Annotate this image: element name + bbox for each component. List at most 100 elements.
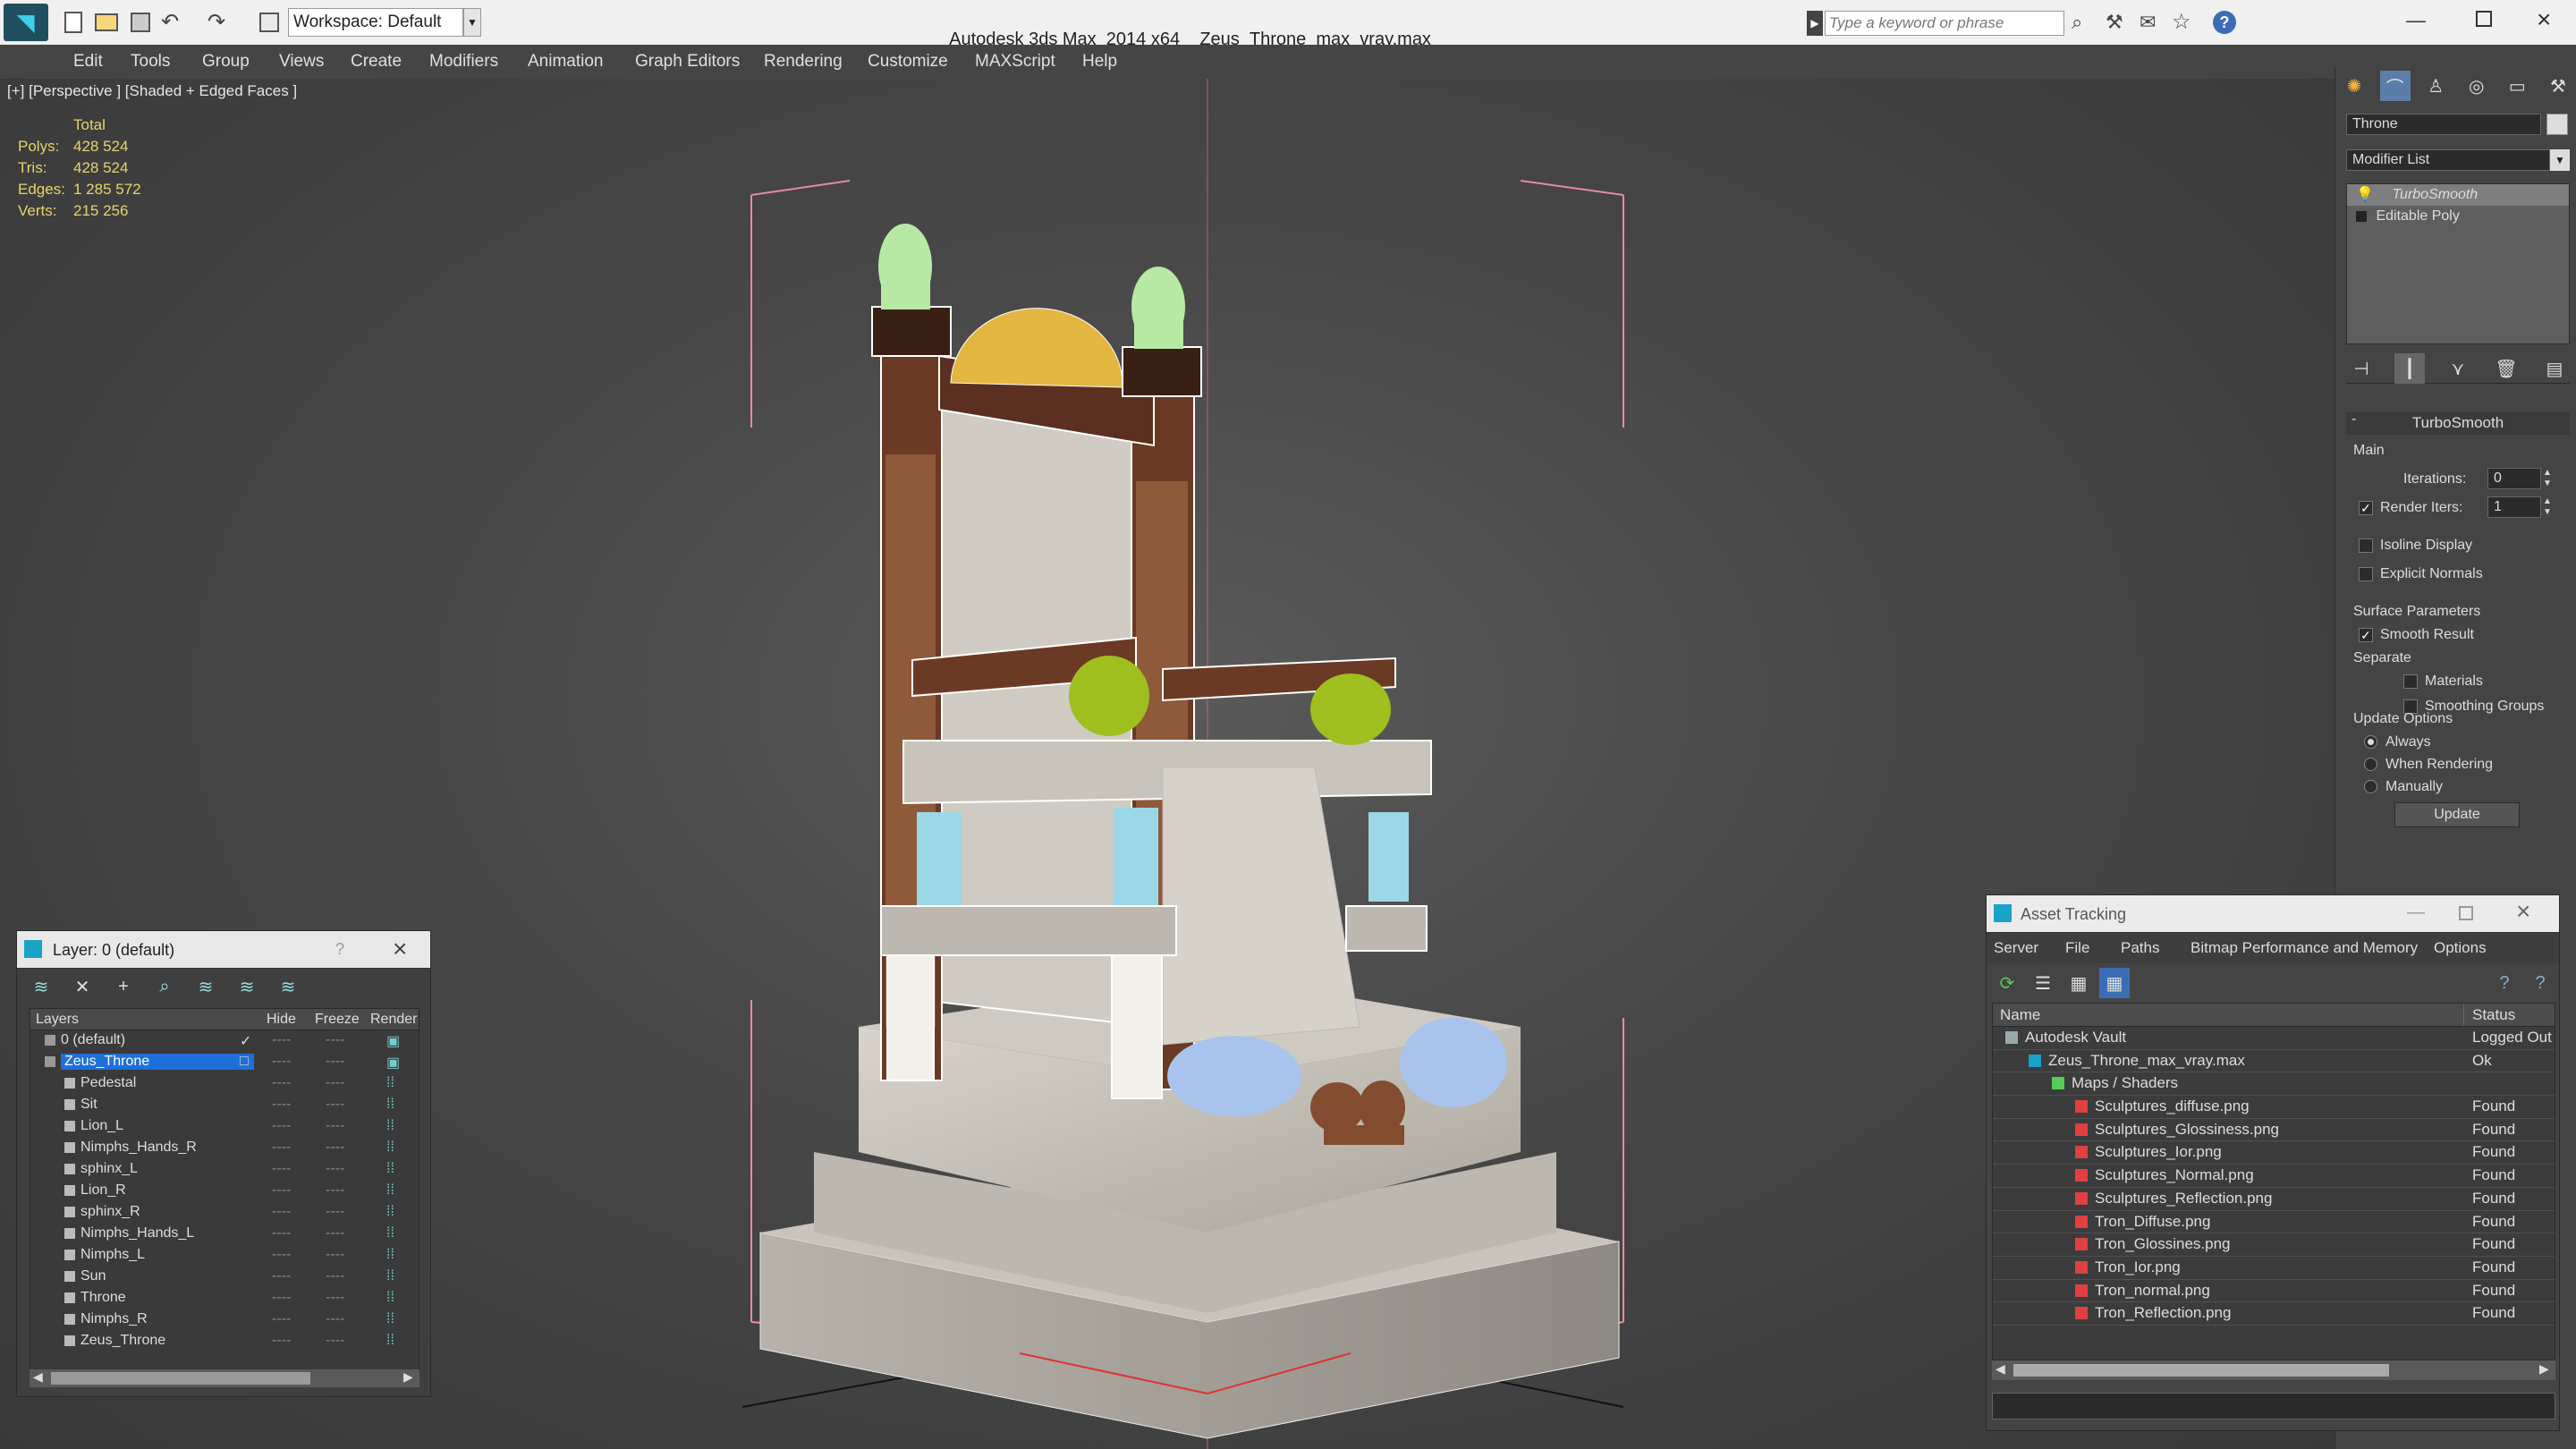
col-name[interactable]: Name xyxy=(2000,1004,2040,1027)
render-toggle-icon[interactable]: ⁞⁞ xyxy=(386,1290,394,1306)
active-layer-box[interactable]: □ xyxy=(240,1054,249,1070)
layer-row[interactable]: Lion_L ---- ---- ⁞⁞ xyxy=(30,1116,419,1138)
open-file-icon[interactable] xyxy=(95,13,118,31)
asset-row[interactable]: Sculptures_Ior.png Found xyxy=(1993,1141,2555,1165)
freeze-toggle[interactable]: ---- xyxy=(326,1140,344,1156)
highlight-layer-icon[interactable]: ≋ xyxy=(191,971,221,1002)
asset-scrollbar[interactable]: ◀ ▶ xyxy=(1992,1360,2555,1380)
freeze-toggle[interactable]: ---- xyxy=(326,1247,344,1263)
hide-toggle[interactable]: ---- xyxy=(272,1140,291,1156)
hide-toggle[interactable]: ---- xyxy=(272,1268,291,1284)
active-layer-check[interactable]: ✓ xyxy=(240,1032,251,1050)
freeze-toggle[interactable]: ---- xyxy=(326,1032,344,1048)
stack-item-turbosmooth[interactable]: 💡 TurboSmooth xyxy=(2347,184,2569,206)
asset-row[interactable]: Zeus_Throne_max_vray.max Ok xyxy=(1993,1050,2555,1073)
app-logo[interactable]: ◥ xyxy=(4,4,48,41)
layer-row[interactable]: sphinx_R ---- ---- ⁞⁞ xyxy=(30,1202,419,1224)
freeze-toggle[interactable]: ---- xyxy=(326,1075,344,1091)
layer-name[interactable]: Nimphs_Hands_L xyxy=(80,1225,194,1241)
asset-scroll-left-icon[interactable]: ◀ xyxy=(1996,1361,2005,1377)
layer-row[interactable]: Sit ---- ---- ⁞⁞ xyxy=(30,1095,419,1116)
render-iters-input[interactable]: 1 xyxy=(2487,496,2541,518)
col-status[interactable]: Status xyxy=(2472,1004,2515,1027)
asset-name[interactable]: Sculptures_diffuse.png xyxy=(2095,1097,2250,1115)
layer-row[interactable]: Zeus_Throne □ ---- ---- ▣ xyxy=(30,1052,419,1073)
menu-maxscript[interactable]: MAXScript xyxy=(966,45,1064,79)
layer-name[interactable]: Zeus_Throne xyxy=(61,1054,254,1070)
render-toggle-icon[interactable]: ▣ xyxy=(386,1054,400,1072)
hide-toggle[interactable]: ---- xyxy=(272,1118,291,1134)
menu-edit[interactable]: Edit xyxy=(64,45,112,79)
workspace-dropdown-icon[interactable]: ▼ xyxy=(463,8,481,37)
asset-name[interactable]: Sculptures_Glossiness.png xyxy=(2095,1121,2279,1139)
render-toggle-icon[interactable]: ⁞⁞ xyxy=(386,1333,394,1349)
render-toggle-icon[interactable]: ⁞⁞ xyxy=(386,1161,394,1177)
asset-menu-bitmap[interactable]: Bitmap Performance and Memory xyxy=(2190,933,2418,963)
freeze-all-icon[interactable]: ≋ xyxy=(273,971,303,1002)
render-toggle-icon[interactable]: ⁞⁞ xyxy=(386,1225,394,1241)
undo-icon[interactable]: ↶ xyxy=(161,9,179,35)
menu-help[interactable]: Help xyxy=(1073,45,1126,79)
communication-icon[interactable]: ✉ xyxy=(2140,11,2156,34)
layer-close-icon[interactable]: × xyxy=(393,935,407,963)
menu-rendering[interactable]: Rendering xyxy=(755,45,852,79)
render-toggle-icon[interactable]: ⁞⁞ xyxy=(386,1097,394,1113)
freeze-toggle[interactable]: ---- xyxy=(326,1054,344,1070)
layer-name[interactable]: Nimphs_Hands_R xyxy=(80,1140,197,1156)
add-to-layer-icon[interactable]: + xyxy=(108,971,139,1002)
info-icon[interactable]: ? xyxy=(2525,968,2555,998)
layer-name[interactable]: 0 (default) xyxy=(61,1032,125,1048)
show-end-result-icon[interactable]: ┃ xyxy=(2394,353,2425,384)
manually-radio[interactable] xyxy=(2364,779,2377,795)
asset-row[interactable]: Sculptures_Reflection.png Found xyxy=(1993,1188,2555,1211)
asset-row[interactable]: Tron_Diffuse.png Found xyxy=(1993,1211,2555,1234)
layer-row[interactable]: Sun ---- ---- ⁞⁞ xyxy=(30,1267,419,1288)
layer-name[interactable]: Lion_L xyxy=(80,1118,123,1134)
render-toggle-icon[interactable]: ⁞⁞ xyxy=(386,1118,394,1134)
freeze-toggle[interactable]: ---- xyxy=(326,1097,344,1113)
layer-row[interactable]: Zeus_Throne ---- ---- ⁞⁞ xyxy=(30,1331,419,1352)
asset-scroll-thumb[interactable] xyxy=(2013,1364,2389,1377)
utilities-tab-icon[interactable]: ⚒ xyxy=(2543,71,2573,101)
smooth-result-checkbox[interactable]: ✓ xyxy=(2359,627,2373,643)
layer-name[interactable]: Zeus_Throne xyxy=(80,1333,165,1349)
lightbulb-icon[interactable]: 💡 xyxy=(2356,184,2374,206)
asset-menu-file[interactable]: File xyxy=(2065,933,2089,963)
refresh-icon[interactable]: ⟳ xyxy=(1992,968,2022,998)
hide-toggle[interactable]: ---- xyxy=(272,1311,291,1327)
select-objects-icon[interactable]: ⌕ xyxy=(149,971,180,1002)
search-arrow-icon[interactable]: ▶ xyxy=(1807,11,1823,36)
layer-row[interactable]: Nimphs_Hands_L ---- ---- ⁞⁞ xyxy=(30,1224,419,1245)
table-view-icon[interactable]: ▦ xyxy=(2099,968,2130,998)
modifier-list-dropdown[interactable]: Modifier List xyxy=(2346,149,2550,171)
render-toggle-icon[interactable]: ⁞⁞ xyxy=(386,1268,394,1284)
help-query-icon[interactable]: ? xyxy=(2489,968,2520,998)
hide-toggle[interactable]: ---- xyxy=(272,1182,291,1199)
menu-views[interactable]: Views xyxy=(270,45,333,79)
when-rendering-radio[interactable] xyxy=(2364,757,2377,773)
asset-close-icon[interactable]: × xyxy=(2516,897,2530,926)
render-toggle-icon[interactable]: ⁞⁞ xyxy=(386,1075,394,1091)
create-layer-icon[interactable]: ≋ xyxy=(26,971,56,1002)
layer-name[interactable]: Pedestal xyxy=(80,1075,136,1091)
hide-toggle[interactable]: ---- xyxy=(272,1032,291,1048)
chevron-down-icon[interactable]: ▼ xyxy=(2550,149,2570,171)
layer-row[interactable]: Nimphs_L ---- ---- ⁞⁞ xyxy=(30,1245,419,1267)
make-unique-icon[interactable]: ⋎ xyxy=(2443,353,2473,384)
motion-tab-icon[interactable]: ◎ xyxy=(2462,71,2492,101)
render-toggle-icon[interactable]: ⁞⁞ xyxy=(386,1247,394,1263)
layer-row[interactable]: Pedestal ---- ---- ⁞⁞ xyxy=(30,1073,419,1095)
object-color-swatch[interactable] xyxy=(2546,114,2568,135)
layer-name[interactable]: Nimphs_L xyxy=(80,1247,145,1263)
asset-name[interactable]: Sculptures_Reflection.png xyxy=(2095,1190,2272,1208)
layer-name[interactable]: Throne xyxy=(80,1290,126,1306)
asset-row[interactable]: Sculptures_diffuse.png Found xyxy=(1993,1096,2555,1119)
delete-layer-icon[interactable]: ✕ xyxy=(67,971,97,1002)
asset-row[interactable]: Autodesk Vault Logged Out xyxy=(1993,1027,2555,1050)
thumbnail-view-icon[interactable]: ▦ xyxy=(2063,968,2094,998)
isoline-checkbox[interactable] xyxy=(2359,538,2373,554)
asset-row[interactable]: Sculptures_Glossiness.png Found xyxy=(1993,1119,2555,1142)
modify-tab-icon[interactable]: ⌒ xyxy=(2379,71,2411,101)
always-radio[interactable] xyxy=(2364,734,2377,750)
asset-row[interactable]: Maps / Shaders xyxy=(1993,1072,2555,1097)
